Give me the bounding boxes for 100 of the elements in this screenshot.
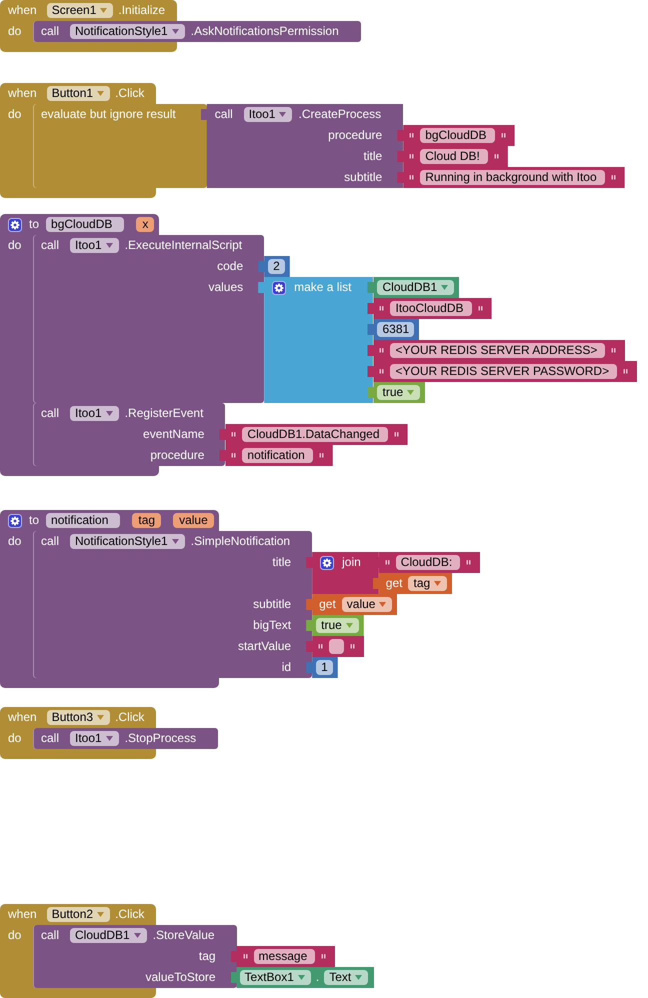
component-dropdown[interactable]: CloudDB1 <box>377 280 454 295</box>
parameter-field[interactable]: value <box>173 513 214 528</box>
open-quote-icon <box>409 133 414 138</box>
component-dropdown[interactable]: NotificationStyle1 <box>70 534 185 549</box>
component-dropdown[interactable]: Itoo1 <box>70 406 119 421</box>
input-label: eventName <box>143 426 204 443</box>
method-name: .CreateProcess <box>298 106 382 123</box>
method-name: .StopProcess <box>124 730 196 747</box>
procedure-name-field[interactable]: notification <box>46 513 120 528</box>
caret-icon <box>355 975 362 980</box>
property-dropdown[interactable]: Text <box>324 970 368 985</box>
event-name: .Click <box>115 709 144 726</box>
component-dropdown[interactable]: Button1 <box>46 86 110 101</box>
close-quote-icon <box>318 453 324 458</box>
parameter-field[interactable]: x <box>136 217 154 232</box>
variable-dropdown[interactable]: value <box>342 597 392 612</box>
parameter-field[interactable]: tag <box>132 513 162 528</box>
boolean-dropdown[interactable]: true <box>316 618 359 633</box>
component-dropdown[interactable]: CloudDB1 <box>70 928 147 943</box>
input-label: procedure <box>150 447 204 464</box>
do-keyword: do <box>7 730 22 747</box>
call-keyword: call <box>41 927 60 944</box>
component-dropdown[interactable]: Itoo1 <box>70 731 119 746</box>
text-field[interactable]: notification <box>242 448 313 463</box>
method-name: .StoreValue <box>152 927 215 944</box>
caret-icon <box>172 29 179 34</box>
event-name: .Initialize <box>118 2 166 19</box>
text-field[interactable]: <YOUR REDIS SERVER ADDRESS> <box>390 343 606 358</box>
do-keyword: do <box>7 237 22 254</box>
close-quote-icon <box>394 432 399 437</box>
make-list-label: make a list <box>294 279 352 296</box>
text-field[interactable]: bgCloudDB <box>420 128 495 143</box>
input-label: title <box>272 554 292 571</box>
input-label: startValue <box>238 638 292 655</box>
close-quote-icon <box>466 560 472 565</box>
procedure-keyword: to <box>29 216 40 233</box>
gear-icon[interactable] <box>8 514 22 528</box>
input-label: values <box>208 279 244 296</box>
open-quote-icon <box>379 306 384 311</box>
input-label: subtitle <box>253 596 292 613</box>
caret-icon <box>379 602 386 607</box>
boolean-dropdown[interactable]: true <box>377 385 420 400</box>
input-label: subtitle <box>344 169 382 186</box>
text-field[interactable] <box>329 639 344 654</box>
number-field[interactable]: 1 <box>316 660 333 675</box>
do-keyword: do <box>7 106 22 123</box>
open-quote-icon <box>409 175 414 180</box>
variable-dropdown[interactable]: tag <box>408 576 448 591</box>
method-name: .ExecuteInternalScript <box>124 237 242 254</box>
component-dropdown[interactable]: Screen1 <box>46 3 114 18</box>
get-keyword: get <box>386 575 402 592</box>
text-field[interactable]: <YOUR REDIS SERVER PASSWORD> <box>390 364 618 379</box>
do-keyword: do <box>7 533 22 550</box>
caret-icon <box>172 539 179 544</box>
component-dropdown[interactable]: TextBox1 <box>240 970 311 985</box>
event-keyword: when <box>8 906 37 923</box>
event-keyword: when <box>8 2 37 19</box>
text-field[interactable]: message <box>254 949 316 964</box>
caret-icon <box>100 8 108 13</box>
caret-icon <box>106 243 113 248</box>
call-keyword: call <box>41 405 60 422</box>
call-keyword: call <box>41 237 60 254</box>
input-label: id <box>282 659 292 676</box>
call-keyword: call <box>214 106 233 123</box>
caret-icon <box>407 390 414 395</box>
input-label: tag <box>198 948 216 965</box>
component-dropdown[interactable]: Itoo1 <box>70 238 119 253</box>
gear-icon[interactable] <box>320 556 334 570</box>
text-field[interactable]: Cloud DB! <box>420 149 488 164</box>
text-field[interactable]: CloudDB: <box>396 555 460 570</box>
caret-icon <box>106 736 113 741</box>
input-label: valueToStore <box>146 969 216 986</box>
call-keyword: call <box>41 23 60 40</box>
text-field[interactable]: CloudDB1.DataChanged <box>242 427 388 442</box>
number-field[interactable]: 2 <box>268 259 285 274</box>
open-quote-icon <box>231 453 236 458</box>
open-quote-icon <box>384 560 390 565</box>
close-quote-icon <box>350 644 356 649</box>
procedure-name-field[interactable]: bgCloudDB <box>46 217 124 232</box>
open-quote-icon <box>231 432 236 437</box>
caret-icon <box>298 975 305 980</box>
number-field[interactable]: 6381 <box>377 322 414 337</box>
component-dropdown[interactable]: Itoo1 <box>244 107 292 122</box>
text-field[interactable]: ItooCloudDB <box>390 301 472 316</box>
component-dropdown[interactable]: NotificationStyle1 <box>70 24 185 39</box>
component-dropdown[interactable]: Button3 <box>46 710 110 725</box>
gear-icon[interactable] <box>272 280 286 294</box>
input-label: procedure <box>328 127 382 144</box>
caret-icon <box>134 933 141 938</box>
open-quote-icon <box>379 348 384 353</box>
close-quote-icon <box>494 154 499 159</box>
close-quote-icon <box>500 133 506 138</box>
close-quote-icon <box>610 175 616 180</box>
input-label: code <box>217 258 244 275</box>
component-dropdown[interactable]: Button2 <box>46 907 110 922</box>
call-keyword: call <box>41 533 60 550</box>
open-quote-icon <box>242 954 248 959</box>
event-name: .Click <box>115 906 144 923</box>
gear-icon[interactable] <box>8 218 22 232</box>
text-field[interactable]: Running in background with Itoo <box>420 170 605 185</box>
